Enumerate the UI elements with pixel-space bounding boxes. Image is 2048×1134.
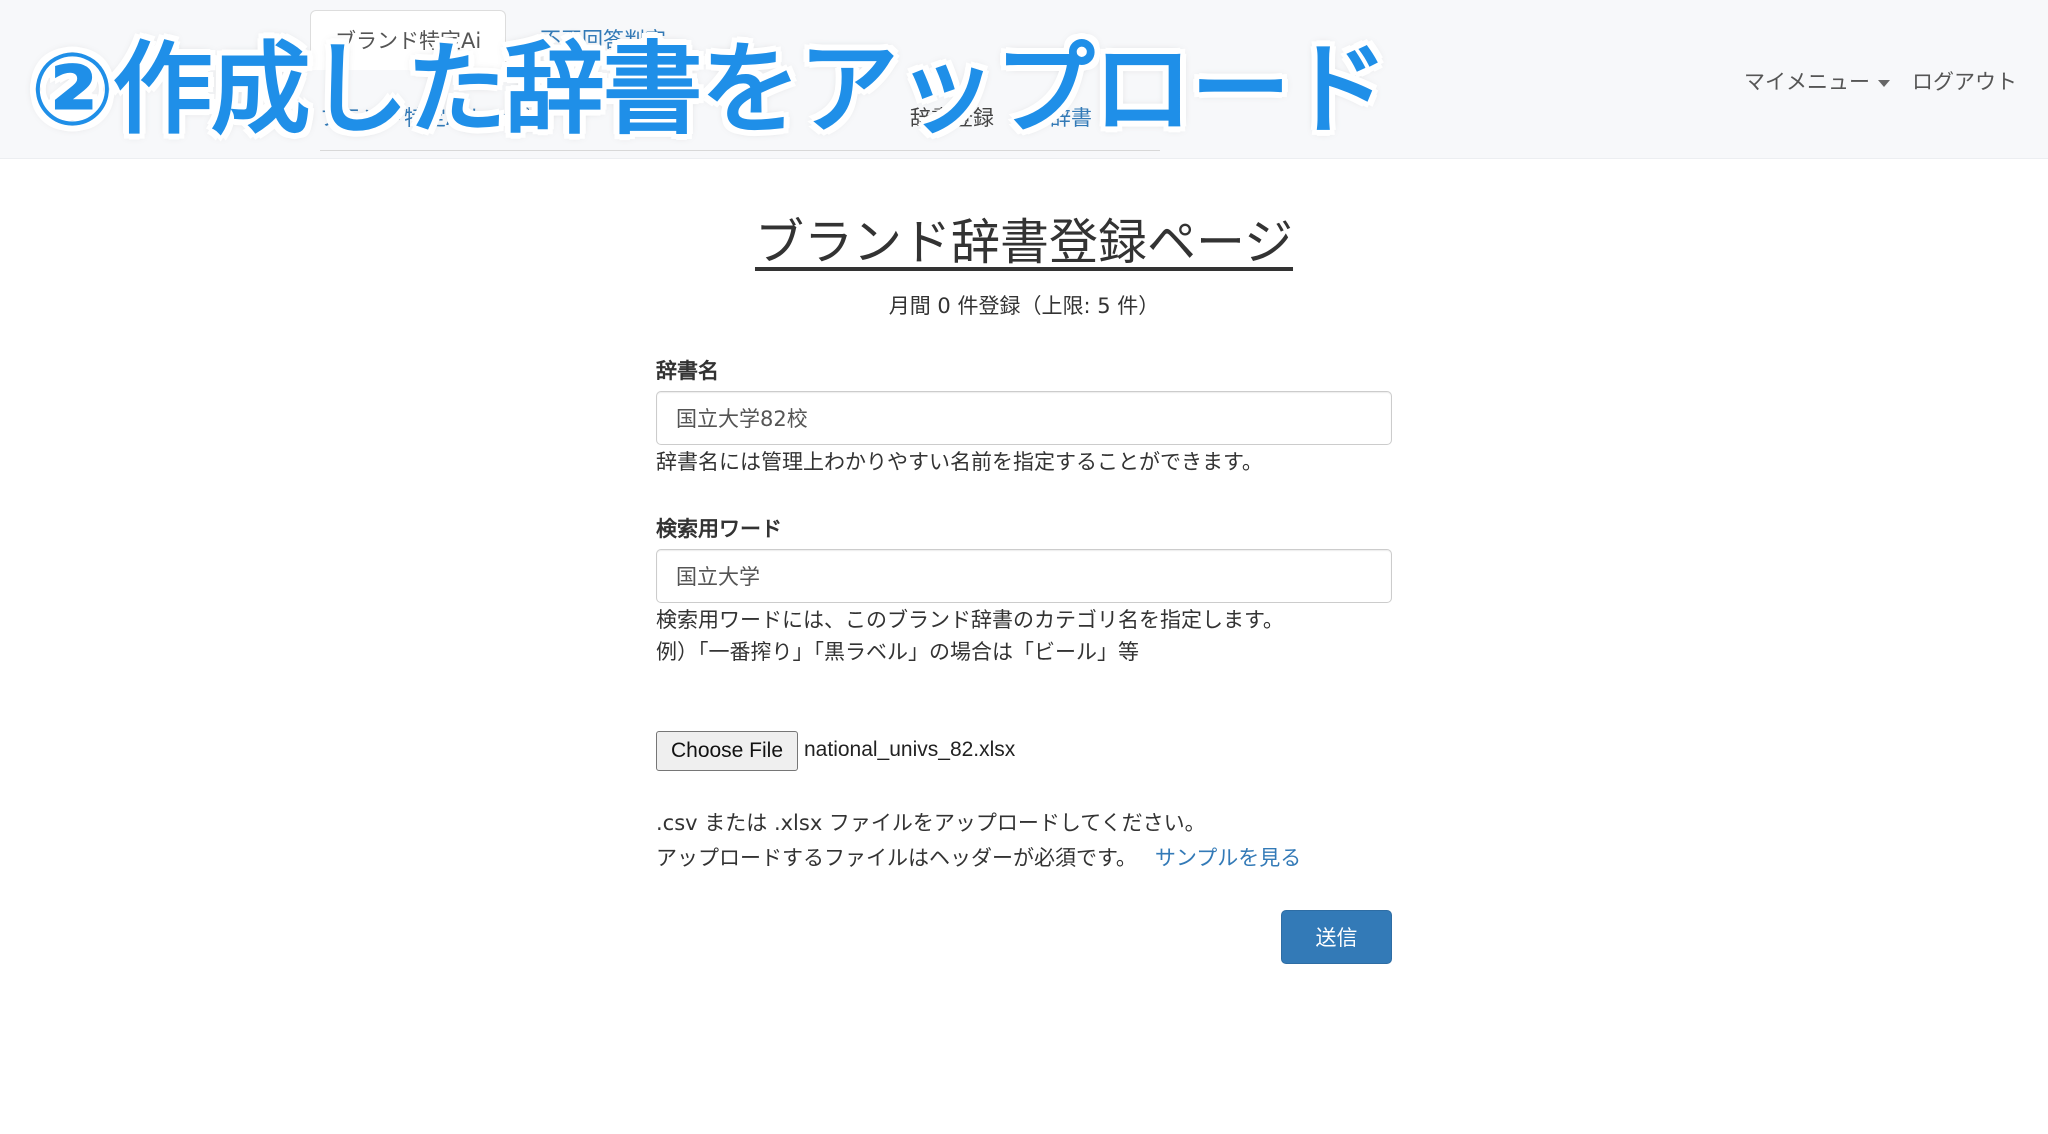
overlay-banner: ②作成した辞書をアップロード xyxy=(30,31,1389,148)
page-title-text: ブランド辞書登録ページ xyxy=(754,214,1294,271)
monthly-quota: 月間 0 件登録（上限: 5 件） xyxy=(888,294,1160,318)
logout-link[interactable]: ログアウト xyxy=(1912,66,2017,96)
file-header-help: アップロードするファイルはヘッダーが必須です。 サンプルを見る xyxy=(656,842,1301,874)
search-word-input[interactable] xyxy=(656,549,1392,603)
caret-down-icon xyxy=(1878,79,1890,87)
search-word-help-2: 例）「一番搾り」「黒ラベル」の場合は「ビール」等 xyxy=(656,640,1139,664)
my-menu-label: マイメニュー xyxy=(1744,70,1870,94)
dict-name-input[interactable] xyxy=(656,391,1392,445)
file-header-help-text: アップロードするファイルはヘッダーが必須です。 xyxy=(656,846,1137,870)
file-format-help: .csv または .xlsx ファイルをアップロードしてください。 xyxy=(656,811,1206,835)
dict-name-help: 辞書名には管理上わかりやすい名前を指定することができます。 xyxy=(656,450,1263,474)
my-menu-dropdown[interactable]: マイメニュー xyxy=(1744,66,1890,96)
selected-file-name: national_univs_82.xlsx xyxy=(804,738,1016,761)
search-word-help-1: 検索用ワードには、このブランド辞書のカテゴリ名を指定します。 xyxy=(656,608,1284,632)
choose-file-button[interactable]: Choose File xyxy=(656,731,798,771)
page-title: ブランド辞書登録ページ xyxy=(0,212,2048,274)
dict-name-label: 辞書名 xyxy=(656,359,719,383)
submit-button[interactable]: 送信 xyxy=(1281,910,1392,964)
search-word-label: 検索用ワード xyxy=(656,517,782,541)
sample-link[interactable]: サンプルを見る xyxy=(1155,846,1301,870)
